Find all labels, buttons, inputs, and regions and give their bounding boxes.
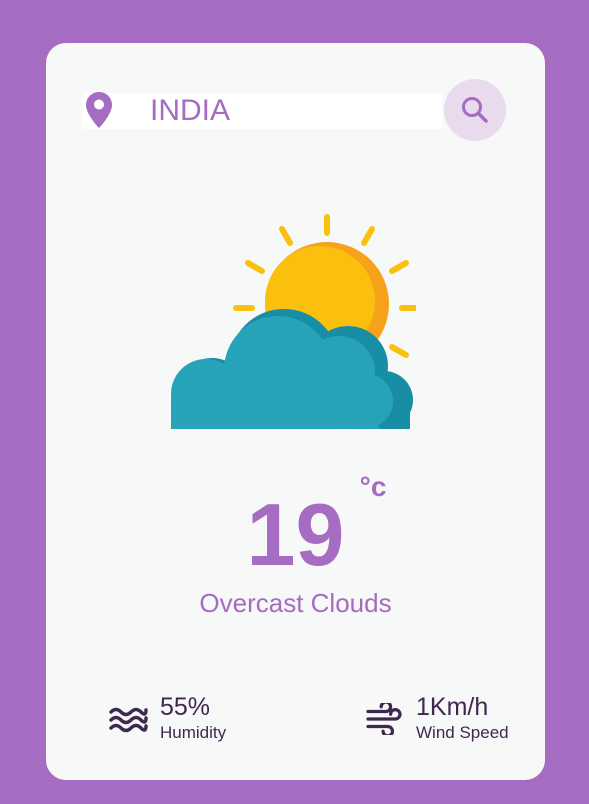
waves-icon — [109, 707, 148, 733]
humidity-value: 55% — [160, 693, 211, 721]
search-input[interactable] — [150, 93, 430, 129]
wind-icon — [366, 703, 402, 735]
temperature-value: 19 — [246, 485, 345, 584]
weather-card: 19°c Overcast Clouds 55% Humidity 1Km/h … — [46, 43, 545, 780]
wind-label: Wind Speed — [416, 723, 509, 742]
search-button[interactable] — [444, 79, 506, 141]
temperature: 19 °c — [46, 473, 545, 579]
search-icon — [462, 97, 488, 123]
wind-value: 1Km/h — [416, 693, 489, 721]
weather-condition: Overcast Clouds — [199, 588, 392, 618]
map-pin-icon — [86, 92, 112, 128]
humidity-label: Humidity — [160, 723, 227, 742]
temperature-unit: °c — [359, 471, 387, 502]
temperature-wrapper: 19 °c — [247, 473, 387, 579]
sun-behind-cloud-icon — [171, 214, 416, 429]
